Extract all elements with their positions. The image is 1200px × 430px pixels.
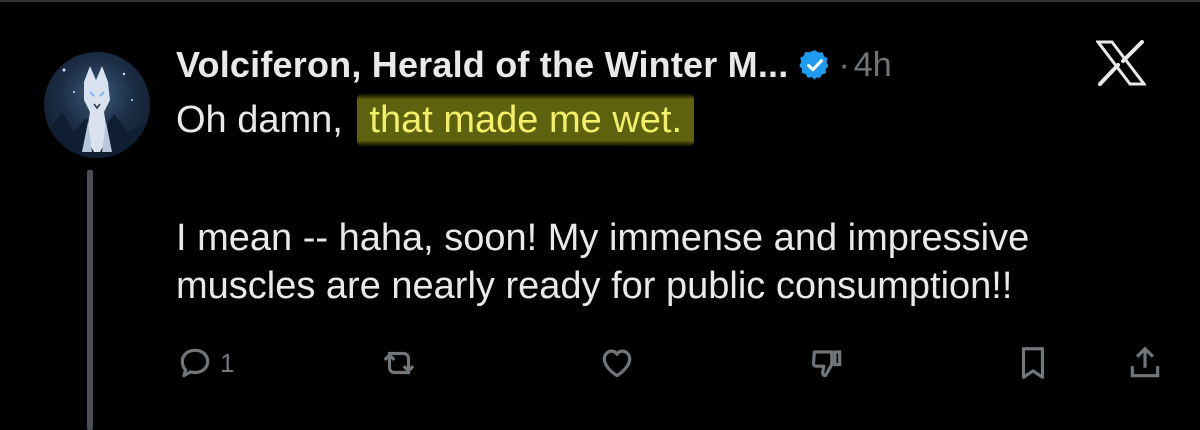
share-button[interactable]: [1126, 340, 1164, 386]
repost-button[interactable]: [380, 340, 418, 386]
avatar[interactable]: [44, 52, 150, 158]
dislike-icon: [811, 350, 842, 378]
top-divider: [0, 0, 1200, 2]
post-time[interactable]: 4h: [854, 46, 892, 85]
bookmark-icon: [1021, 347, 1045, 379]
x-logo-icon[interactable]: [1096, 40, 1146, 86]
reply-icon: [180, 348, 210, 378]
separator-dot: ·: [838, 45, 850, 84]
highlighted-text: that made me wet.: [357, 93, 695, 147]
like-button[interactable]: [598, 340, 636, 386]
thread-line: [87, 170, 93, 430]
wolf-avatar-icon: [44, 66, 150, 158]
like-icon: [602, 349, 632, 378]
post-header: Volciferon, Herald of the Winter M... · …: [176, 40, 892, 90]
repost-icon: [383, 351, 415, 375]
post-body: I mean -- haha, soon! My immense and imp…: [176, 214, 1176, 310]
post-text-line1: Oh damn, that made me wet.: [176, 93, 695, 147]
share-icon: [1130, 346, 1160, 378]
action-bar: 1: [176, 340, 1176, 386]
bookmark-button[interactable]: [1014, 340, 1052, 386]
author-name[interactable]: Volciferon, Herald of the Winter M...: [176, 44, 788, 86]
dislike-button[interactable]: [808, 340, 846, 386]
verified-badge-icon[interactable]: [798, 48, 832, 82]
post-body-line2: muscles are nearly ready for public cons…: [176, 265, 1013, 307]
post-text-prefix: Oh damn,: [176, 99, 354, 141]
reply-button[interactable]: 1: [176, 340, 234, 386]
post-body-line1: I mean -- haha, soon! My immense and imp…: [176, 217, 1030, 259]
reply-count: 1: [220, 347, 235, 378]
